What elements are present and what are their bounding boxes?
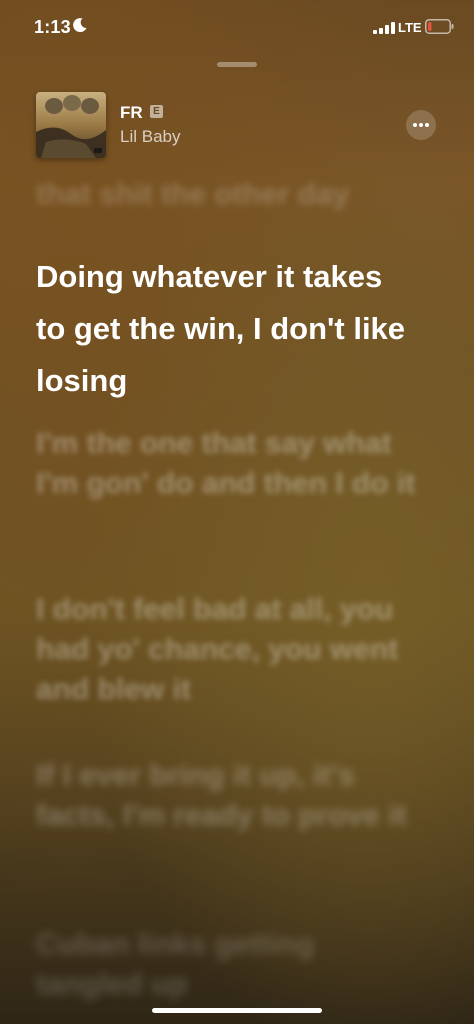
lyric-line-active[interactable]: Doing whatever it takes to get the win, … <box>36 251 416 407</box>
explicit-badge: E <box>150 105 163 118</box>
home-indicator[interactable] <box>152 1008 322 1013</box>
battery-icon <box>425 19 454 34</box>
network-type: LTE <box>398 20 422 35</box>
album-artwork[interactable] <box>36 92 106 158</box>
lyric-line-previous[interactable]: that shit the other day <box>36 176 426 214</box>
lyric-line[interactable]: I'm the one that say what I'm gon' do an… <box>36 424 426 504</box>
more-options-button[interactable] <box>406 110 436 140</box>
lyric-line[interactable]: If I ever bring it up, it's facts, I'm r… <box>36 756 426 836</box>
status-bar: 1:13 LTE <box>0 0 474 56</box>
lyric-line[interactable]: Cuban links getting tangled up <box>36 925 426 1005</box>
signal-icon <box>373 22 395 34</box>
ellipsis-icon <box>413 123 417 127</box>
ellipsis-icon <box>425 123 429 127</box>
moon-icon <box>73 18 87 33</box>
artist-name[interactable]: Lil Baby <box>120 127 180 147</box>
status-time: 1:13 <box>34 17 71 37</box>
lyrics-screen: 1:13 LTE FR E Lil Baby that shit the oth… <box>0 0 474 1024</box>
track-title[interactable]: FR <box>120 103 143 123</box>
ellipsis-icon <box>419 123 423 127</box>
sheet-grabber[interactable] <box>217 62 257 67</box>
lyric-line[interactable]: I don't feel bad at all, you had yo' cha… <box>36 590 426 710</box>
